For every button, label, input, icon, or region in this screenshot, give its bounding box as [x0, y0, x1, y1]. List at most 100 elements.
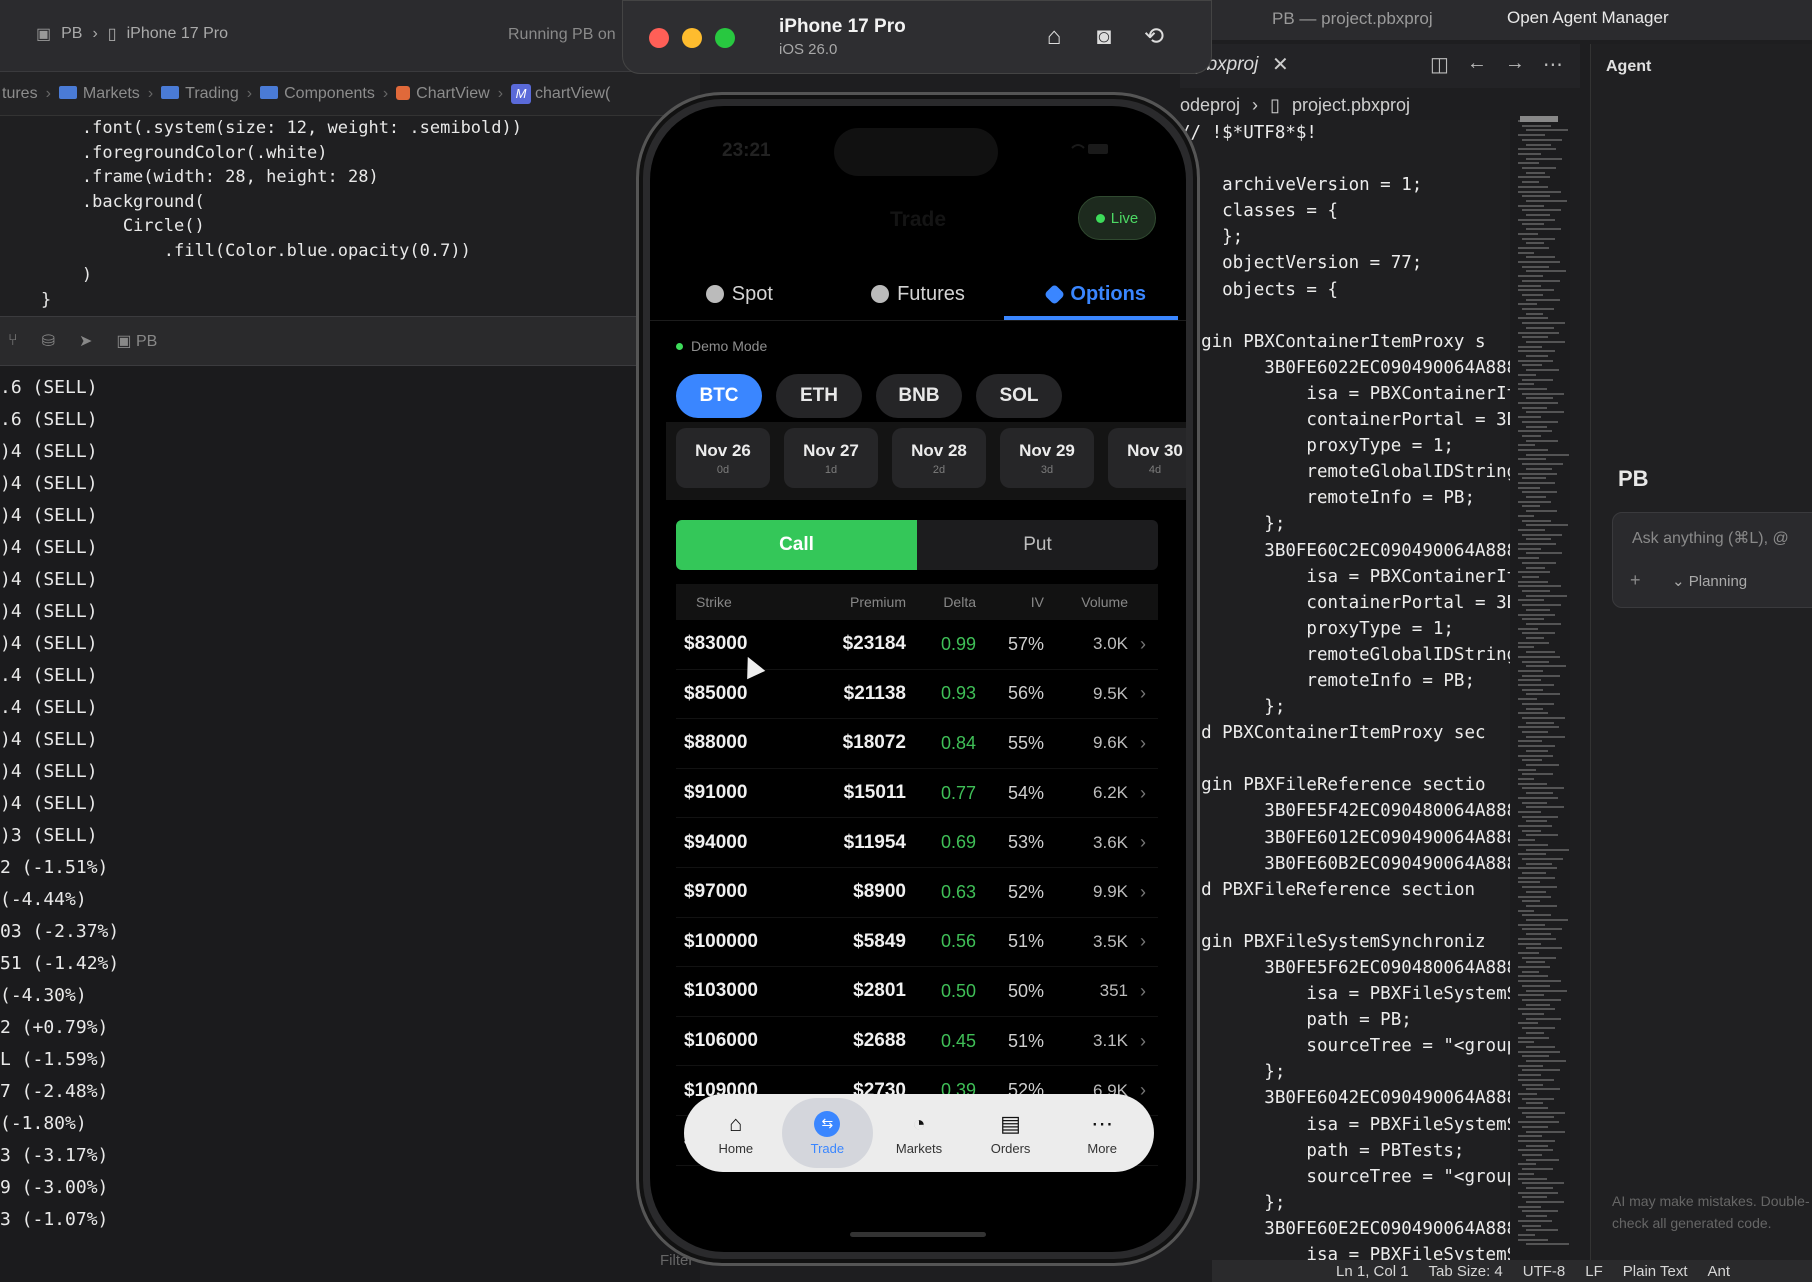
- console-output[interactable]: .6 (SELL) .6 (SELL))4 (SELL))4 (SELL))4 (…: [0, 366, 700, 1282]
- live-status-badge[interactable]: Live: [1078, 196, 1156, 240]
- arrow-right-icon[interactable]: →: [1505, 52, 1525, 77]
- coin-bnb[interactable]: BNB: [876, 374, 962, 418]
- breadcrumb-item[interactable]: ChartView: [396, 85, 490, 103]
- minimap-line: [1522, 364, 1542, 367]
- zoom-window-button[interactable]: [715, 28, 735, 48]
- expiry-date-scroller[interactable]: Nov 26 0d Nov 27 1d Nov 28 2d Nov 29 3d Nov 30 4d: [666, 422, 1186, 500]
- tab-trade[interactable]: ⇆ Trade: [781, 1098, 874, 1168]
- encoding[interactable]: UTF-8: [1523, 1263, 1566, 1280]
- code-line: objects = {: [1180, 279, 1339, 300]
- minimap-line: [1526, 538, 1551, 541]
- minimap-line: [1522, 124, 1551, 127]
- minimap-line: [1518, 148, 1556, 151]
- branch-icon[interactable]: ⑂: [8, 332, 18, 350]
- breadcrumb-item[interactable]: MchartView(: [511, 83, 610, 104]
- option-row[interactable]: $103000 $2801 0.50 50% 351 ›: [676, 967, 1158, 1017]
- rotate-icon[interactable]: ⟲: [1139, 23, 1169, 51]
- more-icon[interactable]: ⋯: [1543, 52, 1563, 77]
- minimap-line: [1526, 171, 1545, 174]
- expiry-date-chip[interactable]: Nov 29 3d: [1000, 428, 1094, 488]
- breadcrumb-item[interactable]: tures: [2, 85, 38, 103]
- minimap-line: [1518, 712, 1548, 715]
- expiry-date-chip[interactable]: Nov 28 2d: [892, 428, 986, 488]
- breadcrumb-item[interactable]: Trading: [161, 85, 239, 103]
- expiry-date-chip[interactable]: Nov 27 1d: [784, 428, 878, 488]
- call-button[interactable]: Call: [676, 520, 917, 570]
- coin-btc[interactable]: BTC: [676, 374, 762, 418]
- source-editor[interactable]: .font(.system(size: 12, weight: .semibol…: [0, 116, 700, 316]
- cursor-position[interactable]: Ln 1, Col 1: [1336, 1263, 1409, 1280]
- option-row[interactable]: $88000 $18072 0.84 55% 9.6K ›: [676, 719, 1158, 769]
- tab-home[interactable]: ⌂ Home: [690, 1098, 782, 1168]
- minimap-line: [1526, 622, 1561, 625]
- tab-more[interactable]: ⋯ More: [1056, 1098, 1148, 1168]
- minimap-line: [1518, 778, 1534, 780]
- code-line: Circle(): [0, 216, 205, 236]
- expiry-date-chip[interactable]: Nov 26 0d: [676, 428, 770, 488]
- mode-dropdown[interactable]: ⌄ Planning: [1672, 572, 1747, 590]
- memory-graph-icon[interactable]: ⛁: [42, 331, 55, 351]
- minimap-line: [1518, 698, 1537, 701]
- tab-spot[interactable]: Spot: [650, 266, 829, 322]
- tab-orders[interactable]: ▤ Orders: [965, 1098, 1057, 1168]
- console-line: 9 (-3.00%): [0, 1177, 109, 1198]
- minimap-line: [1522, 1182, 1564, 1185]
- breadcrumb-item[interactable]: odeproj: [1180, 95, 1240, 116]
- breadcrumb-item[interactable]: project.pbxproj: [1292, 95, 1410, 116]
- arrow-left-icon[interactable]: ←: [1467, 52, 1487, 77]
- minimap-line: [1526, 552, 1562, 555]
- line-ending[interactable]: LF: [1585, 1263, 1603, 1280]
- minimap-line: [1522, 1210, 1558, 1213]
- minimize-window-button[interactable]: [682, 28, 702, 48]
- minimap-line: [1526, 214, 1550, 216]
- breadcrumb-item[interactable]: Markets: [58, 85, 140, 103]
- console-line: .6 (SELL): [0, 409, 98, 430]
- minimap-line: [1518, 275, 1543, 278]
- tab-options[interactable]: Options: [1007, 266, 1186, 322]
- minimap-line: [1526, 369, 1559, 372]
- minimap-line: [1518, 547, 1541, 550]
- tab-markets[interactable]: ◔ Markets: [873, 1098, 965, 1168]
- put-button[interactable]: Put: [917, 520, 1158, 570]
- code-line: 3B0FE6022EC090490064A888: [1180, 357, 1510, 378]
- option-row[interactable]: $94000 $11954 0.69 53% 3.6K ›: [676, 818, 1158, 868]
- expiry-date-chip[interactable]: Nov 30 4d: [1108, 428, 1186, 488]
- minimap-line: [1518, 1205, 1541, 1208]
- days-to-expiry: 2d: [932, 463, 946, 476]
- minimap-line: [1518, 500, 1551, 503]
- status-extra[interactable]: Ant: [1708, 1263, 1731, 1280]
- coin-eth[interactable]: ETH: [776, 374, 862, 418]
- tab-futures[interactable]: Futures: [829, 266, 1008, 322]
- location-arrow-icon[interactable]: ➤: [79, 331, 92, 351]
- screenshot-icon[interactable]: ◙: [1089, 23, 1119, 51]
- split-editor-icon[interactable]: ◫: [1430, 52, 1449, 77]
- console-line: )4 (SELL): [0, 537, 98, 558]
- minimap-line: [1526, 820, 1547, 823]
- breadcrumb-item[interactable]: Components: [260, 85, 375, 103]
- tab-size[interactable]: Tab Size: 4: [1429, 1263, 1503, 1280]
- open-agent-manager-button[interactable]: Open Agent Manager: [1507, 8, 1669, 28]
- option-row[interactable]: $97000 $8900 0.63 52% 9.9K ›: [676, 868, 1158, 918]
- coin-sol[interactable]: SOL: [976, 374, 1062, 418]
- option-row[interactable]: $91000 $15011 0.77 54% 6.2K ›: [676, 769, 1158, 819]
- minimap-line: [1518, 261, 1560, 263]
- minimap-slider[interactable]: [1520, 116, 1558, 122]
- option-row[interactable]: $100000 $5849 0.56 51% 3.5K ›: [676, 918, 1158, 968]
- language-mode[interactable]: Plain Text: [1623, 1263, 1688, 1280]
- strike-price: $94000: [684, 831, 748, 853]
- home-icon[interactable]: ⌂: [1039, 23, 1069, 51]
- close-icon[interactable]: ✕: [1272, 52, 1289, 77]
- scheme-selector[interactable]: ▣ PB › ▯ iPhone 17 Pro: [36, 24, 228, 44]
- pbxproj-editor[interactable]: // !$*UTF8*$! archiveVersion = 1; classe…: [1180, 120, 1510, 1260]
- demo-mode-label: Demo Mode: [691, 338, 768, 354]
- close-window-button[interactable]: [649, 28, 669, 48]
- minimap-line: [1518, 251, 1534, 254]
- minimap[interactable]: [1510, 120, 1570, 1260]
- agent-input[interactable]: [1612, 512, 1812, 608]
- option-row[interactable]: $106000 $2688 0.45 51% 3.1K ›: [676, 1017, 1158, 1067]
- plus-icon[interactable]: +: [1630, 570, 1641, 591]
- debug-target[interactable]: ▣ PB: [116, 331, 157, 351]
- options-chain-list[interactable]: $83000 $23184 0.99 57% 3.0K › $85000 $21138 0.93…: [676, 620, 1158, 1166]
- strike-price: $97000: [684, 881, 748, 903]
- swift-file-icon: [396, 85, 411, 100]
